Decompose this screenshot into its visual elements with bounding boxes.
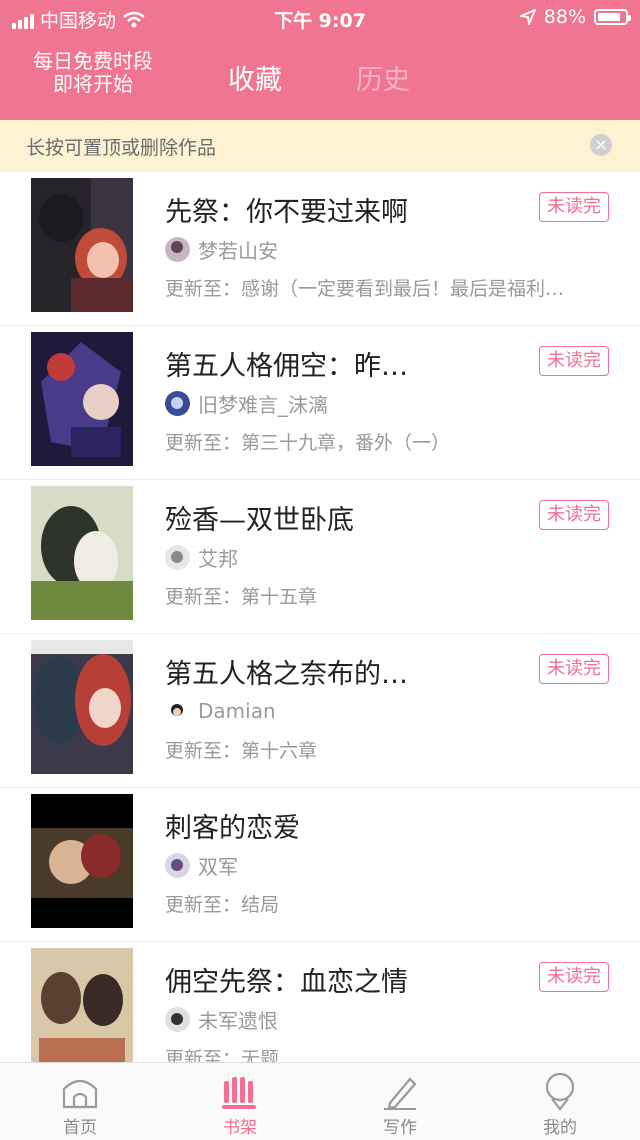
book-cover[interactable]	[31, 486, 133, 620]
author-name: 艾邦	[198, 546, 238, 571]
update-info: 更新至：感谢（一定要看到最后！最后是福利…	[165, 274, 605, 301]
home-icon	[62, 1079, 98, 1109]
book-author[interactable]: 双军	[165, 852, 238, 879]
avatar	[165, 236, 190, 262]
tab-home[interactable]: 首页	[0, 1063, 160, 1140]
header-bar: 中国移动 下午 9:07 88% 每日免费时段 即将开始 收藏 历史	[0, 0, 640, 120]
book-title: 殓香—双世卧底	[165, 505, 354, 536]
list-item[interactable]: 刺客的恋爱 双军 更新至：结局	[0, 788, 640, 942]
update-text: 结局	[241, 894, 280, 916]
book-cover[interactable]	[31, 794, 133, 928]
book-list: 先祭：你不要过来啊 未读完 梦若山安 更新至：感谢（一定要看到最后！最后是福利……	[0, 172, 640, 1096]
tab-write[interactable]: 写作	[320, 1063, 480, 1140]
book-cover[interactable]	[31, 178, 133, 312]
unread-badge: 未读完	[539, 962, 609, 992]
notice-text: 长按可置顶或删除作品	[26, 137, 217, 159]
update-info: 更新至：第十五章	[165, 582, 605, 609]
update-label: 更新至：	[165, 278, 242, 300]
avatar	[165, 1006, 190, 1032]
update-text: 第十五章	[241, 586, 318, 608]
update-text: 第十六章	[241, 740, 318, 762]
author-name: 未军遗恨	[198, 1008, 278, 1033]
battery-icon	[594, 9, 631, 25]
tab-bookshelf-label: 书架	[223, 1118, 257, 1138]
tab-write-label: 写作	[383, 1118, 417, 1138]
update-info: 更新至：第十六章	[165, 736, 605, 763]
update-info: 更新至：第三十九章，番外（一）	[165, 428, 605, 455]
author-name: 旧梦难言_沫漓	[198, 392, 328, 417]
book-cover[interactable]	[31, 332, 133, 466]
unread-badge: 未读完	[539, 192, 609, 222]
bookshelf-icon	[222, 1077, 256, 1109]
author-name: 双军	[198, 854, 238, 879]
close-icon[interactable]: ×	[590, 134, 612, 156]
list-item[interactable]: 第五人格之奈布的… 未读完 Damian 更新至：第十六章	[0, 634, 640, 788]
book-title: 第五人格佣空：昨…	[165, 351, 408, 382]
promo-line2: 即将开始	[53, 72, 133, 96]
avatar	[165, 698, 190, 724]
location-icon	[519, 9, 536, 25]
notice-bar: 长按可置顶或删除作品 ×	[0, 120, 640, 172]
battery-percent: 88%	[543, 6, 586, 28]
tab-favorites[interactable]: 收藏	[228, 58, 282, 97]
update-label: 更新至：	[165, 586, 242, 608]
book-author[interactable]: 未军遗恨	[165, 1006, 278, 1033]
author-name: 梦若山安	[198, 238, 278, 263]
book-title: 刺客的恋爱	[165, 813, 300, 844]
list-item[interactable]: 第五人格佣空：昨… 未读完 旧梦难言_沫漓 更新至：第三十九章，番外（一）	[0, 326, 640, 480]
book-author[interactable]: Damian	[165, 698, 276, 724]
tab-mine-label: 我的	[543, 1118, 577, 1138]
list-item[interactable]: 先祭：你不要过来啊 未读完 梦若山安 更新至：感谢（一定要看到最后！最后是福利…	[0, 172, 640, 326]
tab-bookshelf[interactable]: 书架	[160, 1063, 320, 1140]
status-bar: 中国移动 下午 9:07 88%	[0, 0, 640, 34]
update-label: 更新至：	[165, 894, 242, 916]
promo-line1: 每日免费时段	[33, 49, 153, 73]
tab-history[interactable]: 历史	[356, 58, 410, 97]
tab-mine[interactable]: 我的	[480, 1063, 640, 1140]
unread-badge: 未读完	[539, 500, 609, 530]
update-label: 更新至：	[165, 740, 242, 762]
book-author[interactable]: 旧梦难言_沫漓	[165, 390, 328, 417]
update-text: 感谢（一定要看到最后！最后是福利…	[241, 278, 565, 300]
book-cover[interactable]	[31, 640, 133, 774]
status-right: 88%	[519, 6, 631, 28]
avatar	[165, 852, 190, 878]
update-label: 更新至：	[165, 432, 242, 454]
author-name: Damian	[198, 699, 276, 723]
book-title: 先祭：你不要过来啊	[165, 197, 408, 228]
tab-home-label: 首页	[63, 1118, 97, 1138]
unread-badge: 未读完	[539, 346, 609, 376]
book-title: 佣空先祭：血恋之情	[165, 967, 408, 998]
book-author[interactable]: 梦若山安	[165, 236, 278, 263]
unread-badge: 未读完	[539, 654, 609, 684]
avatar	[165, 544, 190, 570]
update-text: 第三十九章，番外（一）	[241, 432, 451, 454]
profile-icon	[545, 1072, 575, 1111]
book-author[interactable]: 艾邦	[165, 544, 238, 571]
list-item[interactable]: 殓香—双世卧底 未读完 艾邦 更新至：第十五章	[0, 480, 640, 634]
bottom-tab-bar: 首页 书架 写作 我的	[0, 1062, 640, 1140]
update-info: 更新至：结局	[165, 890, 605, 917]
book-title: 第五人格之奈布的…	[165, 659, 408, 690]
free-time-promo[interactable]: 每日免费时段 即将开始	[18, 50, 168, 96]
pencil-icon	[384, 1077, 417, 1110]
avatar	[165, 390, 190, 416]
